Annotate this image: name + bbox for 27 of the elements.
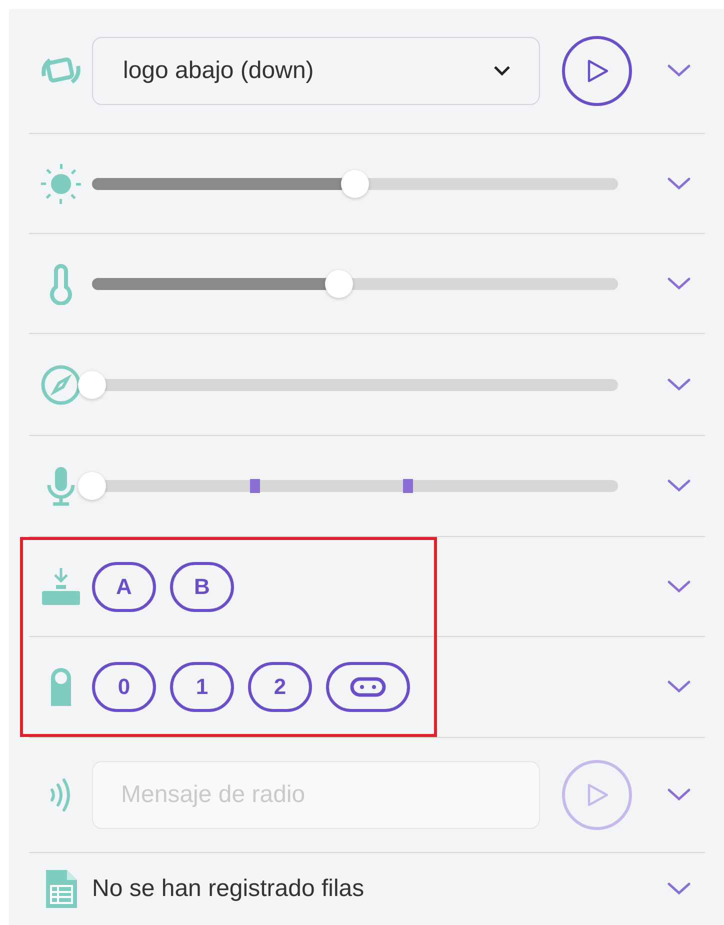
- pin-button[interactable]: 0: [92, 662, 156, 712]
- chevron-down-icon[interactable]: [667, 176, 691, 190]
- compass-icon: [40, 364, 82, 406]
- chevron-down-icon[interactable]: [667, 788, 691, 802]
- slider-thumb[interactable]: [78, 472, 106, 500]
- pin-button[interactable]: 1: [170, 662, 234, 712]
- chevron-down-icon[interactable]: [667, 479, 691, 493]
- slider-thumb[interactable]: [341, 170, 369, 198]
- pin-button[interactable]: B: [170, 562, 234, 612]
- dropdown[interactable]: logo abajo (down): [92, 37, 540, 105]
- chevron-down-icon[interactable]: [667, 276, 691, 290]
- sun-icon: [40, 162, 82, 204]
- caret-icon: [493, 65, 511, 77]
- send-button[interactable]: [562, 36, 632, 106]
- chevron-down-icon[interactable]: [667, 378, 691, 392]
- chevron-down-icon[interactable]: [667, 680, 691, 694]
- slider-thumb[interactable]: [78, 370, 106, 398]
- pin-button[interactable]: 2: [248, 662, 312, 712]
- status-text: No se han registrado filas: [92, 874, 364, 902]
- chevron-down-icon[interactable]: [667, 882, 691, 896]
- chevron-down-icon[interactable]: [667, 580, 691, 594]
- chevron-down-icon[interactable]: [667, 64, 691, 78]
- logo-button[interactable]: [326, 662, 410, 712]
- slider-thumb[interactable]: [325, 270, 354, 298]
- pin-button[interactable]: A: [92, 562, 156, 612]
- logo-icon: [350, 677, 386, 697]
- press-icon: [40, 566, 82, 608]
